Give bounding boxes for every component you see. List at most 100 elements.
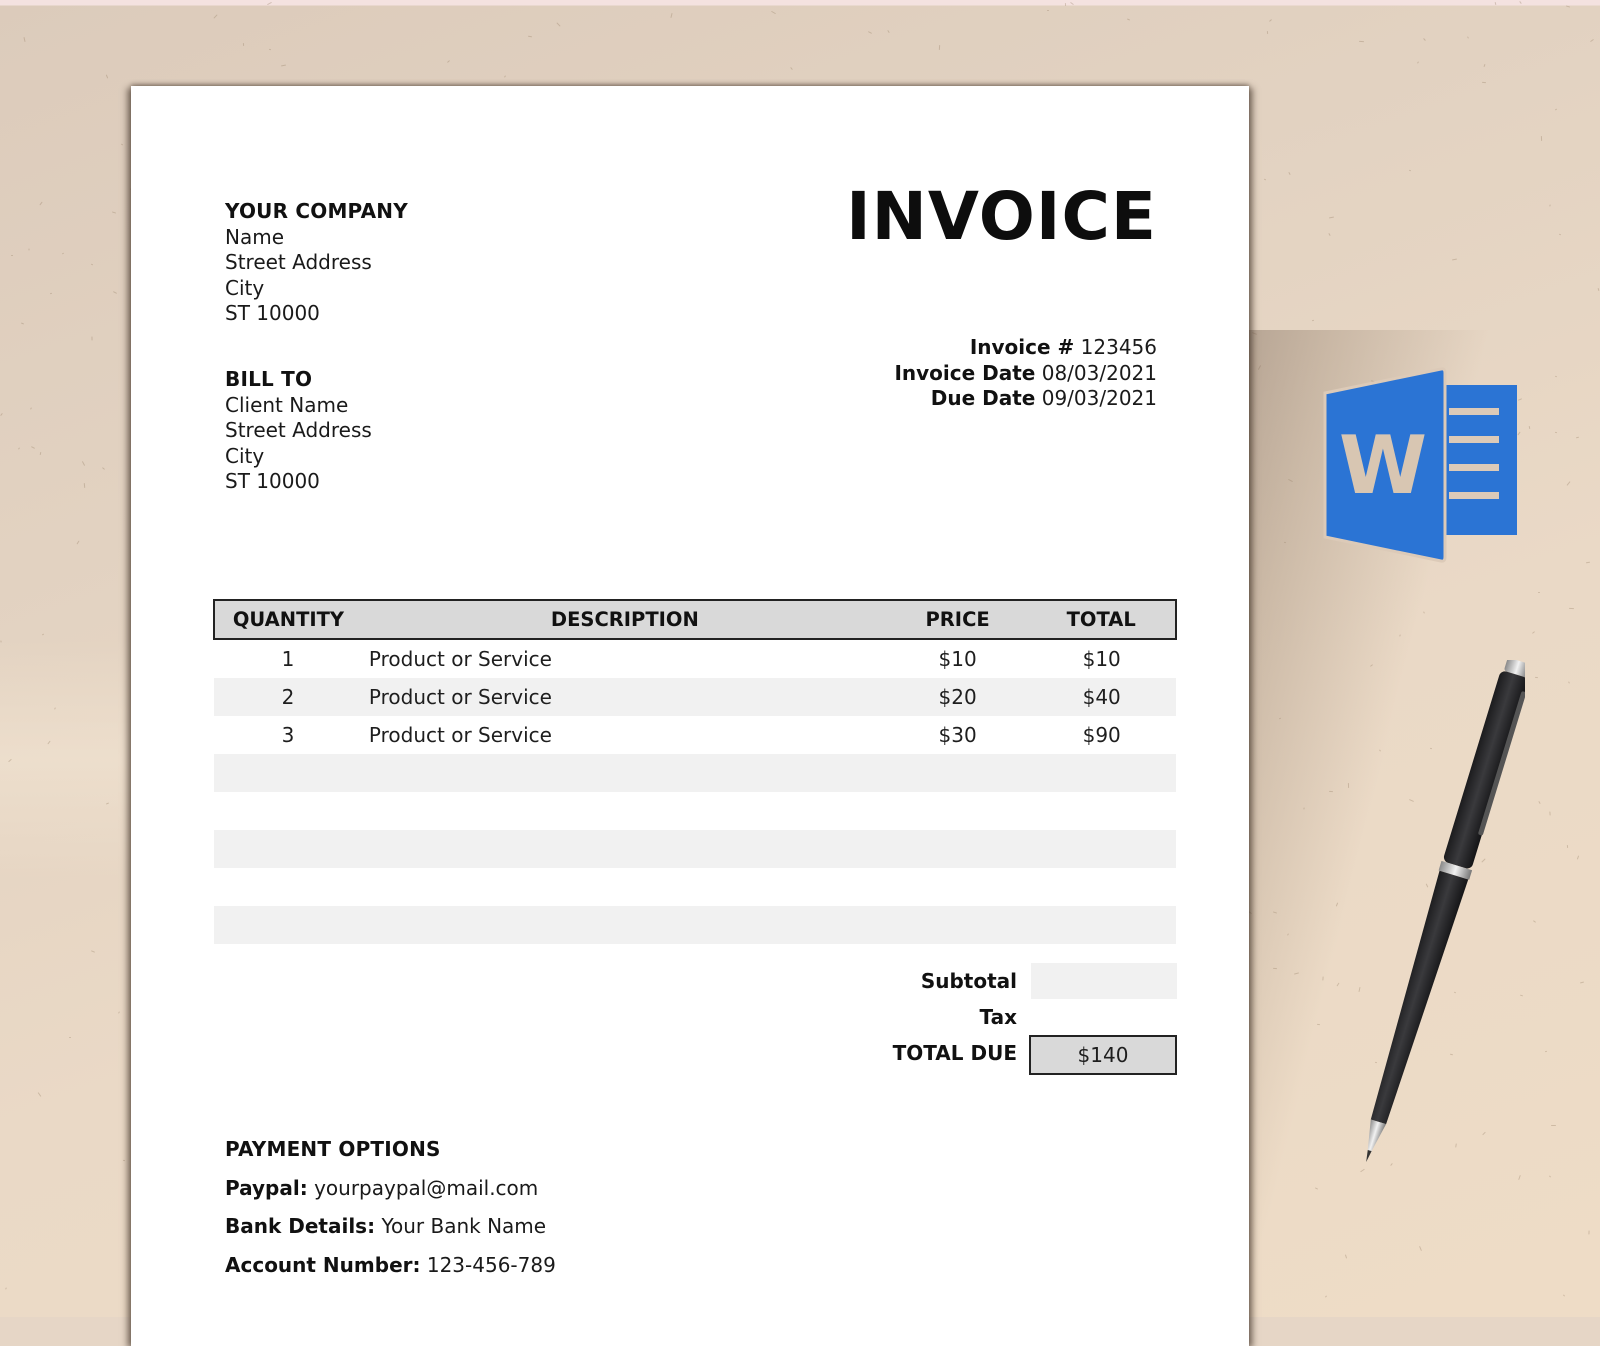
desk-speck — [1551, 1125, 1556, 1126]
cell-quantity[interactable] — [214, 792, 362, 830]
desk-speck — [90, 263, 94, 266]
cell-quantity[interactable] — [214, 830, 362, 868]
cell-quantity[interactable]: 2 — [214, 678, 362, 716]
invoice-date-row: Invoice Date 08/03/2021 — [894, 361, 1157, 387]
cell-total[interactable] — [1027, 868, 1176, 906]
bank-value[interactable]: Your Bank Name — [381, 1214, 546, 1238]
total-due-value[interactable]: $140 — [1029, 1035, 1177, 1075]
payment-heading: PAYMENT OPTIONS — [225, 1137, 441, 1161]
header-description: DESCRIPTION — [361, 599, 888, 640]
cell-price[interactable]: $10 — [888, 639, 1028, 678]
cell-quantity[interactable] — [214, 868, 362, 906]
cell-quantity[interactable] — [214, 906, 362, 944]
company-state-zip[interactable]: ST 10000 — [225, 301, 408, 327]
cell-total[interactable] — [1027, 754, 1176, 792]
cell-quantity[interactable] — [214, 754, 362, 792]
totals-block: Subtotal Tax TOTAL DUE $140 — [831, 963, 1177, 1075]
invoice-date-label: Invoice Date — [894, 360, 1036, 385]
cell-description[interactable]: Product or Service — [361, 678, 888, 716]
header-quantity: QUANTITY — [213, 599, 362, 640]
cell-total[interactable] — [1027, 906, 1176, 944]
table-row — [214, 754, 1176, 792]
paypal-value[interactable]: yourpaypal@mail.com — [314, 1176, 538, 1200]
cell-price[interactable]: $30 — [888, 716, 1028, 754]
cell-price[interactable] — [888, 868, 1028, 906]
pen-icon — [1366, 660, 1525, 1163]
due-date-value[interactable]: 09/03/2021 — [1042, 386, 1157, 410]
invoice-page: YOUR COMPANY Name Street Address City ST… — [131, 86, 1249, 1346]
desk-speck — [10, 254, 14, 257]
cell-description[interactable]: Product or Service — [362, 716, 888, 754]
tax-value[interactable] — [1031, 999, 1177, 1035]
cell-total[interactable]: $40 — [1027, 678, 1176, 716]
cell-price[interactable] — [887, 754, 1028, 792]
desk-speck — [1316, 1023, 1321, 1026]
cell-total[interactable]: $10 — [1027, 639, 1176, 678]
cell-price[interactable] — [888, 792, 1028, 830]
client-name[interactable]: Client Name — [225, 393, 372, 419]
desk-speck — [122, 1159, 126, 1162]
word-icon-page — [1441, 385, 1517, 535]
header-total: TOTAL — [1027, 599, 1177, 640]
cell-description[interactable] — [361, 906, 888, 944]
cell-price[interactable]: $20 — [887, 678, 1028, 716]
desk-speck — [28, 248, 30, 251]
table-row: 2 Product or Service $20 $40 — [214, 678, 1176, 716]
subtotal-value[interactable] — [1031, 963, 1177, 999]
desk-speck — [1566, 844, 1569, 849]
cell-total[interactable] — [1027, 792, 1176, 830]
bank-label: Bank Details: — [225, 1214, 376, 1238]
desk-speck — [242, 42, 245, 47]
account-value[interactable]: 123-456-789 — [427, 1253, 556, 1277]
total-due-row: TOTAL DUE $140 — [831, 1035, 1177, 1075]
desk-speck — [120, 143, 124, 146]
invoice-date-value[interactable]: 08/03/2021 — [1042, 361, 1157, 385]
desk-speck — [1558, 233, 1562, 236]
desk-speck — [68, 1036, 72, 1039]
cell-price[interactable] — [887, 906, 1028, 944]
table-header-row: QUANTITY DESCRIPTION PRICE TOTAL — [213, 599, 1177, 640]
account-row: Account Number: 123-456-789 — [225, 1246, 556, 1285]
microsoft-word-icon: W — [1323, 367, 1517, 563]
cell-total[interactable]: $90 — [1027, 716, 1176, 754]
cell-quantity[interactable]: 1 — [214, 639, 362, 678]
invoice-meta: Invoice # 123456 Invoice Date 08/03/2021… — [894, 335, 1157, 412]
desk-speck — [1534, 676, 1539, 679]
cell-description[interactable]: Product or Service — [362, 639, 888, 678]
table-row — [214, 792, 1176, 830]
desk-speck — [0, 640, 2, 643]
cell-description[interactable] — [361, 754, 888, 792]
cell-price[interactable] — [887, 830, 1028, 868]
company-name[interactable]: Name — [225, 225, 408, 251]
desk-speck — [1467, 36, 1469, 39]
client-street[interactable]: Street Address — [225, 418, 372, 444]
desk-speck — [1549, 811, 1551, 816]
cell-description[interactable] — [362, 792, 888, 830]
cell-description[interactable] — [362, 868, 888, 906]
desk-speck — [1266, 30, 1269, 35]
cell-quantity[interactable]: 3 — [214, 716, 362, 754]
table-row: 1 Product or Service $10 $10 — [214, 639, 1176, 678]
account-label: Account Number: — [225, 1252, 421, 1277]
company-heading[interactable]: YOUR COMPANY — [225, 199, 408, 225]
table-row — [214, 868, 1176, 906]
tax-row: Tax — [831, 999, 1177, 1035]
desk-speck — [1568, 607, 1575, 610]
subtotal-row: Subtotal — [831, 963, 1177, 999]
company-street[interactable]: Street Address — [225, 250, 408, 276]
company-block: YOUR COMPANY Name Street Address City ST… — [225, 199, 408, 327]
desk-speck — [91, 336, 93, 341]
desk-speck — [1537, 591, 1541, 594]
paypal-row: Paypal: yourpaypal@mail.com — [225, 1169, 556, 1208]
company-city[interactable]: City — [225, 276, 408, 302]
header-price: PRICE — [887, 599, 1028, 640]
table-row: 3 Product or Service $30 $90 — [214, 716, 1176, 754]
cell-total[interactable] — [1027, 830, 1176, 868]
line-items-table: QUANTITY DESCRIPTION PRICE TOTAL 1 Produ… — [213, 599, 1177, 944]
client-state-zip[interactable]: ST 10000 — [225, 469, 372, 495]
invoice-number-value[interactable]: 123456 — [1081, 335, 1157, 359]
cell-description[interactable] — [361, 830, 888, 868]
due-date-label: Due Date — [930, 386, 1036, 410]
client-city[interactable]: City — [225, 444, 372, 470]
desk-speck — [1554, 375, 1558, 378]
